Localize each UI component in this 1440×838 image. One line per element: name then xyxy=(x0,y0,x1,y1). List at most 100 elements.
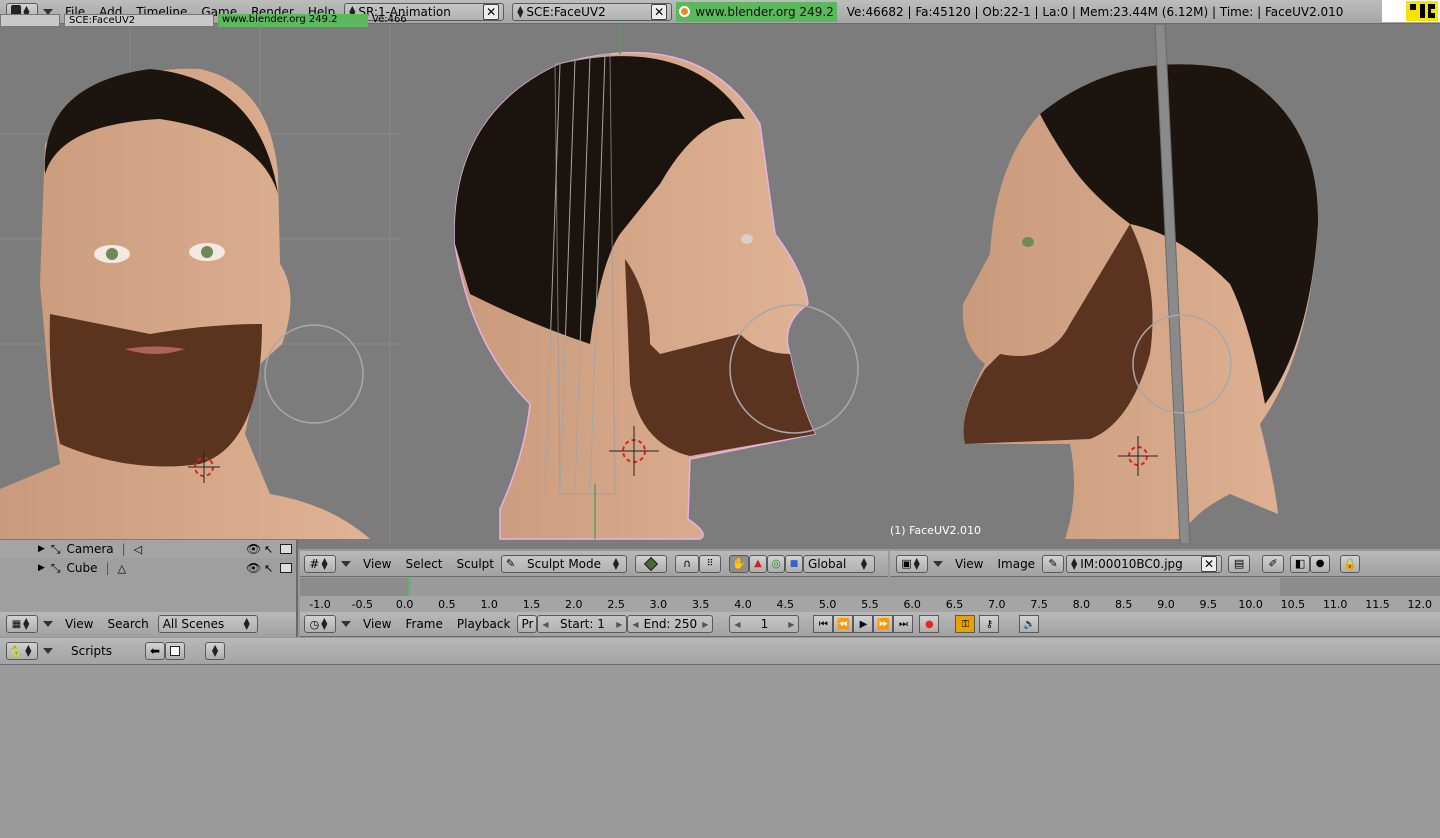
select-arrow-icon[interactable]: ↖ xyxy=(264,562,273,575)
decrement-icon[interactable]: ◀ xyxy=(632,620,638,629)
pivot-button[interactable]: ∩ xyxy=(675,554,699,573)
editor-type-button[interactable]: ▦ ▲ ▼ xyxy=(6,615,38,633)
insert-key-button[interactable]: ⚷ xyxy=(979,615,1000,633)
editor-type-button[interactable]: 🐍 ▲ ▼ xyxy=(6,642,38,660)
alpha-button[interactable]: ◧ xyxy=(1290,554,1311,573)
updown-icon: ▲▼ xyxy=(913,555,920,571)
menu-view[interactable]: View xyxy=(356,557,398,571)
select-arrow-icon[interactable]: ↖ xyxy=(264,543,273,556)
timeline-tick-label: 2.5 xyxy=(607,598,625,611)
hand-icon: ✋ xyxy=(732,557,746,570)
visibility-eye-icon[interactable]: 👁 xyxy=(246,561,261,575)
outliner-row[interactable]: ▶ ⤡ Cube | △ 👁 ↖ xyxy=(0,559,296,577)
camera-icon: ◁ xyxy=(133,542,143,556)
jump-start-button[interactable]: ⏮ xyxy=(813,615,834,633)
collapse-menu-icon[interactable] xyxy=(341,621,351,627)
sample-button[interactable]: ✐ xyxy=(1262,554,1285,573)
window-icon xyxy=(170,646,181,656)
orientation-select[interactable]: Global ▲ ▼ xyxy=(803,554,875,573)
timeline-tick-label: 9.0 xyxy=(1157,598,1175,611)
paint-button[interactable]: ✎ xyxy=(1042,554,1065,573)
record-icon: ● xyxy=(925,618,934,630)
close-icon[interactable]: ✕ xyxy=(1201,555,1218,572)
scale-button[interactable]: ■ xyxy=(785,554,803,573)
outliner-item-cube[interactable]: Cube xyxy=(67,561,98,575)
preview-range-button[interactable]: Pr xyxy=(517,615,538,633)
draw-type-button[interactable] xyxy=(635,554,667,573)
increment-icon[interactable]: ▶ xyxy=(616,620,622,629)
scene-filter-select[interactable]: All Scenes ▲ ▼ xyxy=(157,615,258,633)
scripts-area[interactable] xyxy=(0,665,1440,838)
play-button[interactable]: ▶ xyxy=(853,615,874,633)
rewind-icon: ⏪ xyxy=(837,618,850,630)
image-select[interactable]: ▲ ▼ IM:00010BC0.jpg ✕ xyxy=(1066,554,1223,573)
audio-button[interactable]: 🔈 xyxy=(1019,615,1040,633)
key-icon: ⚿ xyxy=(961,618,970,630)
render-icon[interactable] xyxy=(280,563,292,573)
widget-button[interactable]: ⠿ xyxy=(699,554,721,573)
scene-stats: Ve:46682 | Fa:45120 | Ob:22-1 | La:0 | M… xyxy=(846,4,1344,19)
record-button[interactable]: ● xyxy=(919,615,940,633)
editor-type-button[interactable]: ▣ ▲ ▼ xyxy=(896,554,928,573)
blender-logo-icon xyxy=(679,6,691,17)
prev-keyframe-button[interactable]: ⏪ xyxy=(833,615,854,633)
menu-frame[interactable]: Frame xyxy=(398,617,449,631)
timeline-tick-label: 11.0 xyxy=(1322,598,1348,611)
expand-icon[interactable]: ▶ xyxy=(38,544,45,554)
close-icon[interactable]: ✕ xyxy=(651,3,668,20)
menu-view[interactable]: View xyxy=(58,617,100,631)
mode-select[interactable]: ✎ Sculpt Mode ▲ ▼ xyxy=(501,554,627,573)
pen-icon: ✎ xyxy=(1048,557,1058,570)
outliner-row[interactable]: ▶ ⤡ Camera | ◁ 👁 ↖ xyxy=(0,540,296,558)
new-window-button[interactable] xyxy=(165,642,186,660)
menu-image[interactable]: Image xyxy=(990,557,1042,571)
increment-icon[interactable]: ▶ xyxy=(788,620,794,629)
timeline-tick-label: 8.5 xyxy=(1114,598,1133,611)
back-button[interactable]: ⬅ xyxy=(145,642,166,660)
timeline-tick-label: 4.0 xyxy=(734,598,752,611)
lock-button[interactable]: 🔒 xyxy=(1340,554,1361,573)
editor-type-button[interactable]: # ▲ ▼ xyxy=(304,554,336,573)
close-icon[interactable]: ✕ xyxy=(483,3,500,20)
collapse-menu-icon[interactable] xyxy=(43,621,53,627)
script-select[interactable]: ▲ ▼ xyxy=(205,642,226,660)
menu-search[interactable]: Search xyxy=(100,617,155,631)
decrement-icon[interactable]: ◀ xyxy=(542,620,548,629)
editor-type-button[interactable]: ◷ ▲ ▼ xyxy=(304,615,336,633)
collapse-menu-icon[interactable] xyxy=(933,560,943,567)
timeline-panel[interactable]: -1.0 -0.5 0.0 0.5 1.0 1.5 2.0 2.5 3.0 3.5 4.0 4.5 5.… xyxy=(300,578,1440,612)
menu-sculpt[interactable]: Sculpt xyxy=(450,557,501,571)
current-frame-field[interactable]: ◀ 1 ▶ xyxy=(729,615,800,633)
timeline-track[interactable] xyxy=(300,578,1440,596)
manipulator-hand-button[interactable]: ✋ xyxy=(729,554,749,573)
rotate-button[interactable]: ◎ xyxy=(767,554,785,573)
visibility-eye-icon[interactable]: 👁 xyxy=(246,542,261,556)
menu-view[interactable]: View xyxy=(356,617,398,631)
translate-button[interactable]: ▲ xyxy=(749,554,767,573)
outliner-item-camera[interactable]: Camera xyxy=(67,542,114,556)
3d-viewport[interactable]: (1) FaceUV2.010 xyxy=(0,24,1440,549)
pack-button[interactable]: ▤ xyxy=(1228,554,1251,573)
start-frame-field[interactable]: ◀ Start: 1 ▶ xyxy=(537,615,628,633)
menu-playback[interactable]: Playback xyxy=(450,617,518,631)
end-frame-field[interactable]: ◀ End: 250 ▶ xyxy=(627,615,714,633)
record-button[interactable]: ● xyxy=(1310,554,1331,573)
decrement-icon[interactable]: ◀ xyxy=(734,620,740,629)
render-icon[interactable] xyxy=(280,544,292,554)
updown-icon: ▲▼ xyxy=(1071,555,1078,571)
updown-icon: ▲▼ xyxy=(25,643,32,658)
menu-scripts[interactable]: Scripts xyxy=(64,644,119,658)
key-icon: ⚷ xyxy=(985,618,994,630)
expand-icon[interactable]: ▶ xyxy=(38,563,45,573)
timeline-ruler: -1.0 -0.5 0.0 0.5 1.0 1.5 2.0 2.5 3.0 3.5 4.0 4.5 5.… xyxy=(300,598,1440,612)
menu-view[interactable]: View xyxy=(948,557,990,571)
scene-selector[interactable]: ▲ ▼ SCE:FaceUV2 ✕ xyxy=(512,2,673,21)
collapse-menu-icon[interactable] xyxy=(341,560,351,567)
collapse-menu-icon[interactable] xyxy=(43,648,53,654)
menu-select[interactable]: Select xyxy=(398,557,449,571)
keying-set-button[interactable]: ⚿ xyxy=(955,615,976,633)
increment-icon[interactable]: ▶ xyxy=(702,620,708,629)
next-keyframe-button[interactable]: ⏩ xyxy=(873,615,894,633)
outliner-scene-tab[interactable]: SCE:FaceUV2 xyxy=(64,13,214,27)
jump-end-button[interactable]: ⏭ xyxy=(893,615,914,633)
